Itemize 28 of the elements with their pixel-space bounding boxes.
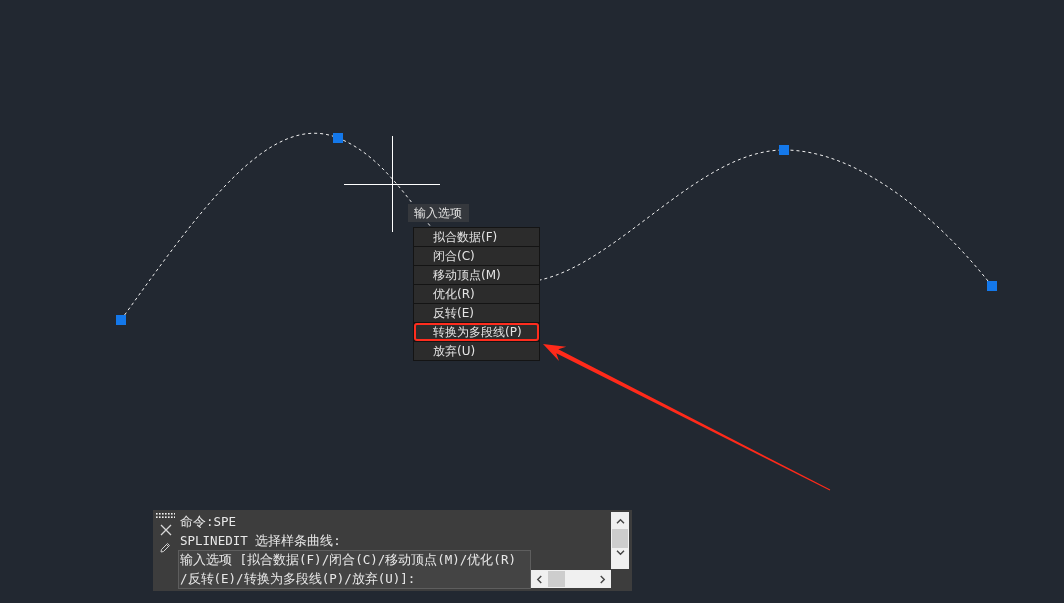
vertical-scrollbar[interactable] — [611, 512, 629, 569]
menu-item[interactable]: 拟合数据(F) — [414, 228, 539, 246]
menu-item[interactable]: 移动顶点(M) — [414, 266, 539, 284]
prompt-line: /反转(E)/转换为多段线(P)/放弃(U)]: — [180, 569, 417, 588]
menu-item[interactable]: 反转(E) — [414, 304, 539, 322]
chevron-up-icon[interactable] — [615, 518, 625, 525]
grip-icon[interactable] — [987, 281, 997, 291]
prompt-line: 输入选项 [拟合数据(F)/闭合(C)/移动顶点(M)/优化(R) — [180, 551, 517, 569]
grip-icon[interactable] — [779, 145, 789, 155]
scrollbar-thumb[interactable] — [548, 571, 565, 587]
grip-icon[interactable] — [333, 133, 343, 143]
command-input-field[interactable]: 输入选项 [拟合数据(F)/闭合(C)/移动顶点(M)/优化(R) /反转(E)/转换为多段线(P)/放弃(U)]: — [178, 550, 531, 589]
close-icon[interactable] — [159, 524, 172, 536]
chevron-down-icon[interactable] — [615, 549, 625, 556]
pencil-icon[interactable] — [160, 542, 171, 553]
cursor-tooltip: 输入选项 — [408, 204, 469, 222]
grip-icon[interactable] — [116, 315, 126, 325]
drag-handle-icon[interactable] — [156, 513, 175, 518]
menu-item[interactable]: 转换为多段线(P) — [414, 323, 539, 341]
horizontal-scrollbar[interactable] — [531, 570, 611, 588]
menu-item[interactable]: 放弃(U) — [414, 342, 539, 360]
chevron-left-icon[interactable] — [536, 574, 543, 584]
history-line: 命令:SPE — [179, 513, 238, 531]
history-line: SPLINEDIT 选择样条曲线: — [179, 532, 342, 550]
menu-item[interactable]: 闭合(C) — [414, 247, 539, 265]
scrollbar-thumb[interactable] — [612, 529, 628, 548]
chevron-right-icon[interactable] — [599, 574, 606, 584]
menu-item[interactable]: 优化(R) — [414, 285, 539, 303]
